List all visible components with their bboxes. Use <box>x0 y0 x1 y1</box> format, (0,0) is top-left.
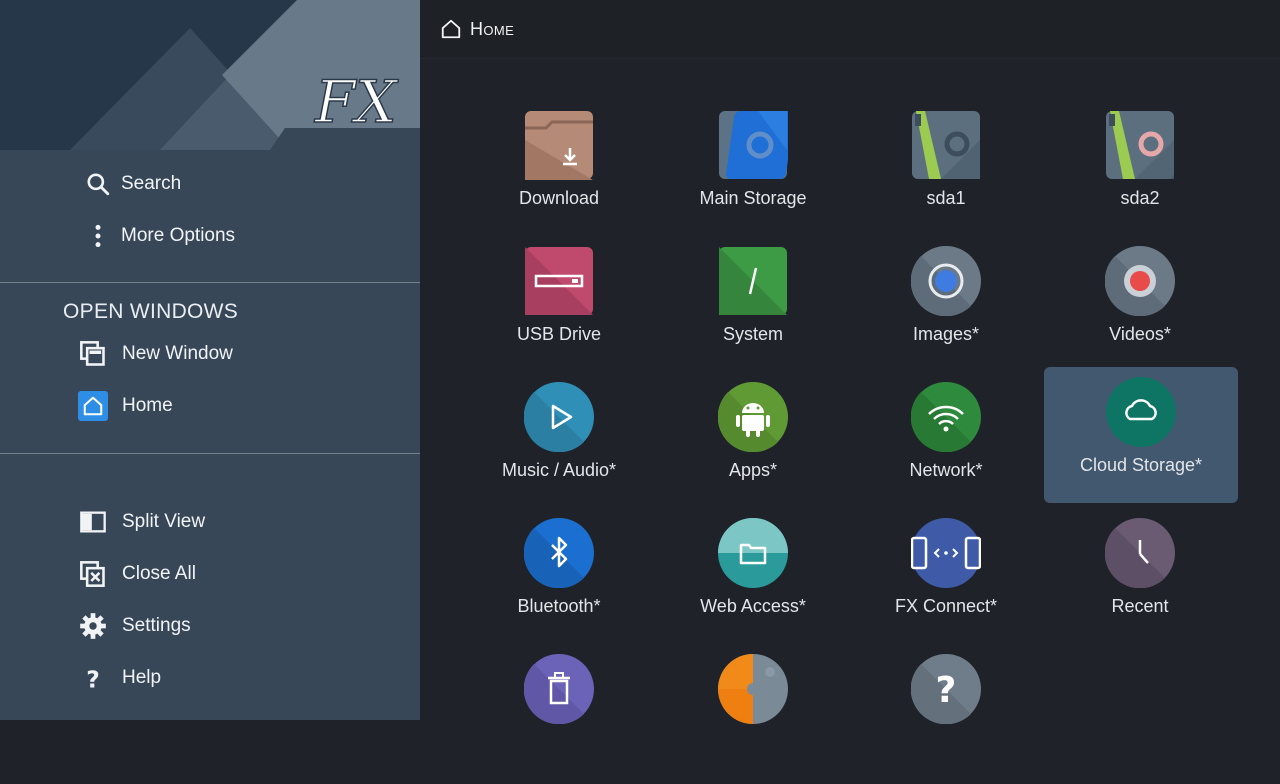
sidebar: FX Search More Options OPEN WINDOWS New … <box>0 0 420 720</box>
tile-label: USB Drive <box>516 324 601 344</box>
sidebar-divider <box>0 282 420 283</box>
tile-label: Videos* <box>1109 324 1171 344</box>
puzzle-icon <box>718 654 788 724</box>
tile-videos[interactable]: Videos* <box>1043 240 1237 376</box>
fx-connect-icon <box>911 518 981 588</box>
main-storage-icon <box>719 111 788 179</box>
open-windows-title: OPEN WINDOWS <box>63 300 239 323</box>
tile-label: Network* <box>909 460 983 480</box>
tile-trash[interactable] <box>462 648 656 784</box>
web-folder-icon <box>718 518 788 588</box>
home-outline-icon <box>440 18 462 40</box>
tile-label: Bluetooth* <box>517 596 601 616</box>
new-window-button[interactable]: New Window <box>0 332 420 376</box>
system-icon <box>719 247 787 315</box>
close-all-button[interactable]: Close All <box>0 552 420 596</box>
more-options-button[interactable]: More Options <box>0 214 420 258</box>
videos-icon <box>1105 246 1175 316</box>
bluetooth-icon <box>524 518 594 588</box>
tile-bluetooth[interactable]: Bluetooth* <box>462 512 656 648</box>
help-icon: ? <box>78 663 108 693</box>
gear-icon <box>78 611 108 641</box>
tile-web-access[interactable]: Web Access* <box>656 512 850 648</box>
tile-label: System <box>722 324 783 344</box>
help-button[interactable]: ? Help <box>0 656 420 700</box>
tile-main-storage[interactable]: Main Storage <box>656 104 850 240</box>
tile-download[interactable]: Download <box>462 104 656 240</box>
question-icon: ? <box>911 654 981 724</box>
tile-plugins[interactable] <box>656 648 850 784</box>
close-all-icon <box>78 559 108 589</box>
home-window-item[interactable]: Home <box>0 384 420 428</box>
svg-text:?: ? <box>86 665 100 692</box>
page-title: Home <box>470 18 515 39</box>
main-area: Home Download Main Storage sda1 sda2 USB… <box>420 0 1280 724</box>
clock-icon <box>1105 518 1175 588</box>
tile-sda2[interactable]: sda2 <box>1043 104 1237 240</box>
sidebar-banner: FX <box>0 0 420 150</box>
svg-text:?: ? <box>936 670 957 711</box>
tile-label: Cloud Storage* <box>1079 455 1203 475</box>
tile-label: Web Access* <box>700 596 806 616</box>
close-all-label: Close All <box>122 563 196 584</box>
tile-label: Music / Audio* <box>501 460 617 480</box>
breadcrumb[interactable]: Home <box>440 18 514 40</box>
tile-system[interactable]: System <box>656 240 850 376</box>
trash-icon <box>524 654 594 724</box>
settings-label: Settings <box>122 615 191 636</box>
tile-fx-connect[interactable]: FX Connect* <box>849 512 1043 648</box>
help-label: Help <box>122 667 162 688</box>
wifi-icon <box>911 382 981 452</box>
music-icon <box>524 382 594 452</box>
tile-label: Recent <box>1111 596 1169 616</box>
tile-music-audio[interactable]: Music / Audio* <box>462 376 656 512</box>
fx-logo: FX <box>314 68 399 136</box>
search-button[interactable]: Search <box>0 162 420 206</box>
more-vertical-icon <box>83 221 113 251</box>
tile-apps[interactable]: Apps* <box>656 376 850 512</box>
tile-label: Download <box>518 188 600 208</box>
search-icon <box>83 169 113 199</box>
settings-button[interactable]: Settings <box>0 604 420 648</box>
split-view-icon <box>78 507 108 537</box>
new-window-icon <box>78 339 108 369</box>
download-folder-icon <box>525 111 593 180</box>
tile-label: sda2 <box>1120 188 1160 208</box>
sd-card-icon <box>912 111 980 179</box>
more-options-label: More Options <box>121 225 236 246</box>
tile-label: sda1 <box>926 188 966 208</box>
android-icon <box>718 382 788 452</box>
split-view-label: Split View <box>122 511 206 532</box>
search-label: Search <box>121 173 182 194</box>
tile-label: Apps* <box>728 460 778 480</box>
tile-unknown[interactable]: ? <box>849 648 1043 784</box>
tile-recent[interactable]: Recent <box>1043 512 1237 648</box>
tile-label: Images* <box>912 324 980 344</box>
tile-usb-drive[interactable]: USB Drive <box>462 240 656 376</box>
images-icon <box>911 246 981 316</box>
usb-drive-icon <box>525 247 593 315</box>
tile-images[interactable]: Images* <box>849 240 1043 376</box>
home-label: Home <box>122 395 173 416</box>
cloud-icon <box>1106 377 1176 447</box>
tile-network[interactable]: Network* <box>849 376 1043 512</box>
tile-cloud-storage[interactable]: Cloud Storage* <box>1044 367 1238 503</box>
tile-label: FX Connect* <box>894 596 998 616</box>
top-bar: Home <box>420 0 1280 59</box>
new-window-label: New Window <box>122 343 233 364</box>
home-icon <box>78 391 108 421</box>
sidebar-divider <box>0 453 420 454</box>
sd-card-icon <box>1106 111 1174 179</box>
tile-sda1[interactable]: sda1 <box>849 104 1043 240</box>
split-view-button[interactable]: Split View <box>0 500 420 544</box>
tile-label: Main Storage <box>699 188 807 208</box>
